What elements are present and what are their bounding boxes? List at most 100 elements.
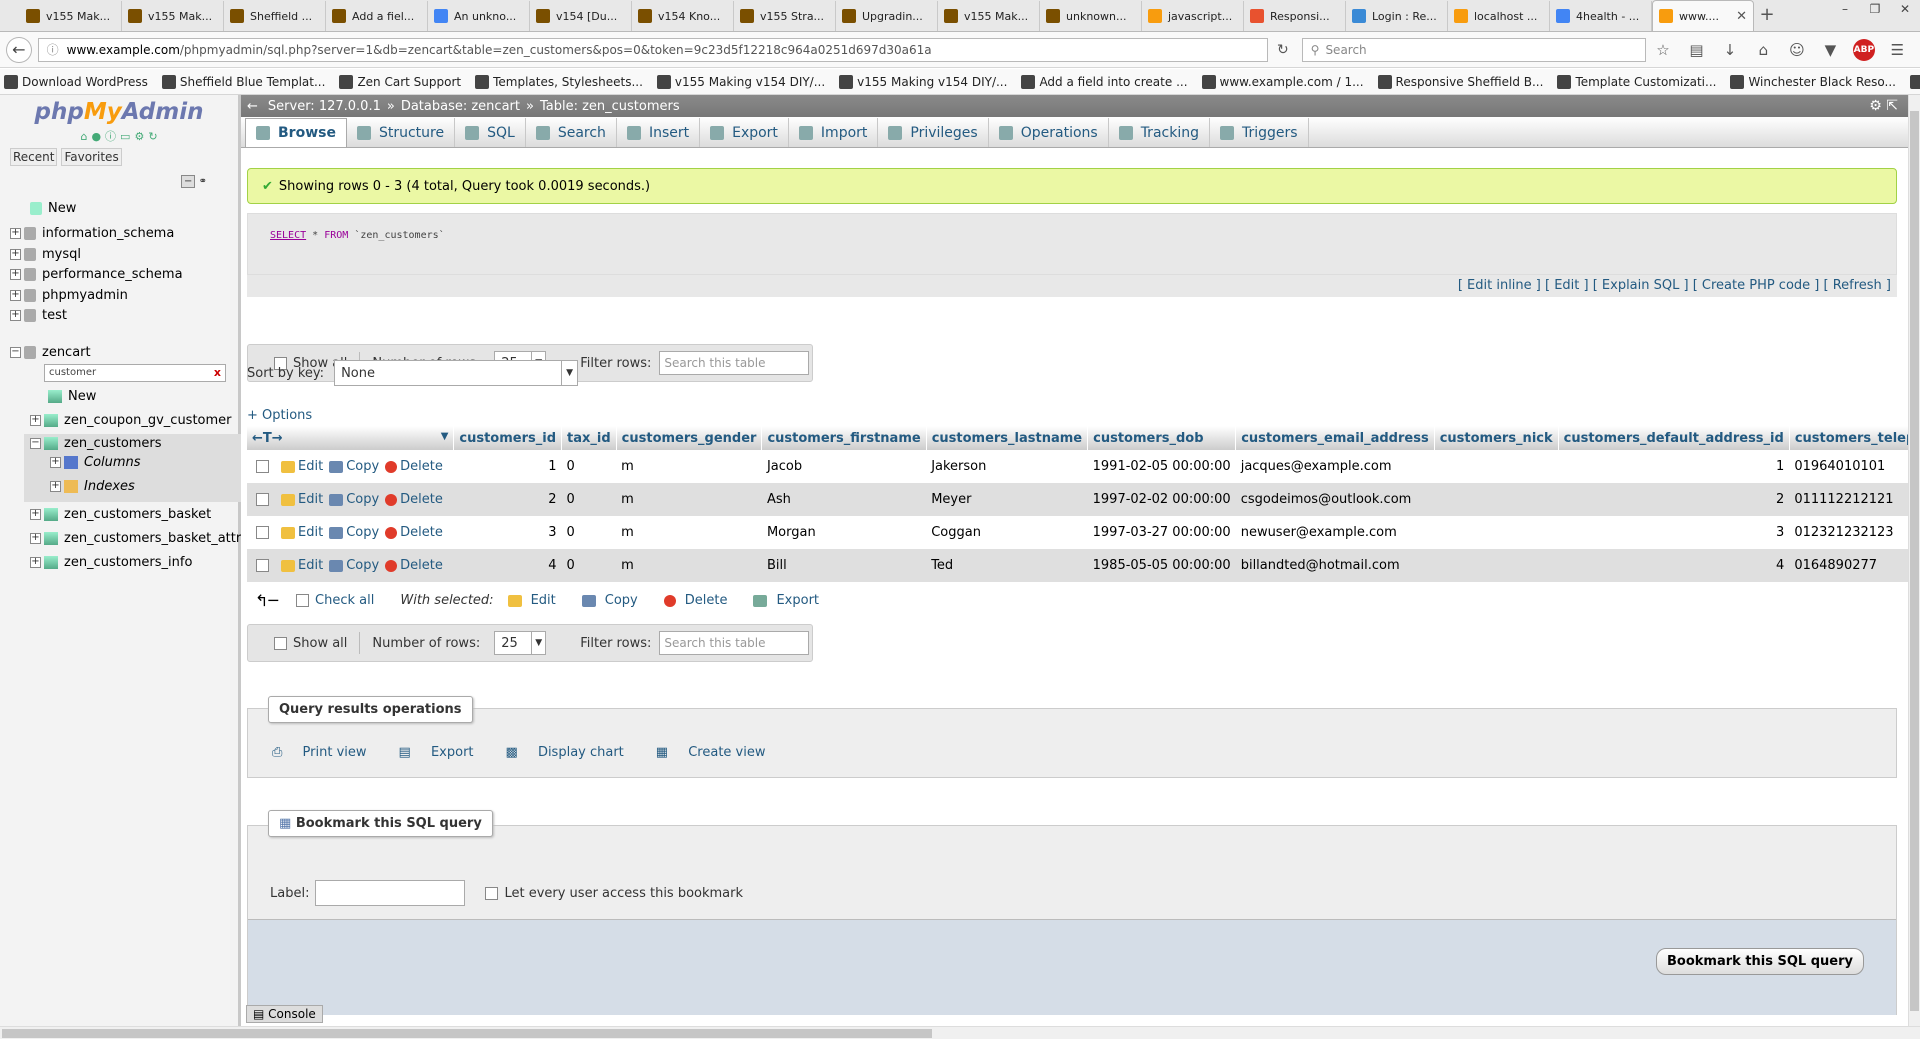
tab-insert[interactable]: Insert <box>617 118 701 147</box>
row-copy-link[interactable]: Copy <box>329 459 379 474</box>
sql-action-links[interactable]: [ Edit inline ] [ Edit ] [ Explain SQL ]… <box>247 275 1897 297</box>
column-header[interactable]: customers_lastname <box>926 426 1089 450</box>
row-copy-link[interactable]: Copy <box>329 492 379 507</box>
row-delete-link[interactable]: Delete <box>385 459 443 474</box>
collapse-icon[interactable]: − <box>30 438 41 449</box>
tab-tracking[interactable]: Tracking <box>1109 118 1210 147</box>
table-item-customers-info[interactable]: + zen_customers_info <box>30 555 192 570</box>
vertical-scrollbar[interactable] <box>1908 95 1920 1027</box>
collapse-icon[interactable]: − <box>10 347 21 358</box>
expand-icon[interactable]: + <box>30 557 41 568</box>
back-arrow-icon[interactable]: ← <box>6 36 32 63</box>
row-checkbox[interactable] <box>256 526 269 539</box>
display-chart-link[interactable]: ▩ Display chart <box>506 745 640 760</box>
table-item-zen-customers[interactable]: − zen_customers <box>30 436 162 451</box>
table-cell[interactable]: newuser@example.com <box>1235 516 1435 549</box>
table-cell[interactable]: Coggan <box>926 516 1088 549</box>
clear-filter-icon[interactable]: x <box>214 365 221 381</box>
row-edit-link[interactable]: Edit <box>281 492 323 507</box>
table-cell[interactable] <box>1434 450 1559 483</box>
table-cell[interactable]: 011112212121 <box>1789 483 1908 516</box>
bookmark-item[interactable]: v155 Making v154 DIY/... <box>656 74 825 89</box>
close-window-icon[interactable]: ✕ <box>1890 0 1920 20</box>
pocket-icon[interactable]: ▼ <box>1814 41 1847 59</box>
browser-tab[interactable]: Login : Re... <box>1346 1 1448 31</box>
db-item-zencart[interactable]: − zencart <box>10 345 91 360</box>
column-header[interactable]: customers_default_address_id <box>1558 426 1790 450</box>
expand-icon[interactable]: + <box>10 228 21 239</box>
url-bar[interactable]: ⓘ www.example.com/phpmyadmin/sql.php?ser… <box>37 37 1269 62</box>
expand-icon[interactable]: + <box>50 481 61 492</box>
tab-browse[interactable]: Browse <box>245 118 347 147</box>
new-database-item[interactable]: New <box>30 201 76 216</box>
tab-triggers[interactable]: Triggers <box>1210 118 1309 147</box>
table-cell[interactable] <box>1434 483 1559 516</box>
bookmark-item[interactable]: Installation - Zen Cart(... <box>1909 74 1920 89</box>
table-cell[interactable]: 3 <box>453 516 562 549</box>
column-control-header[interactable]: ←T→ ▼ <box>247 426 455 450</box>
table-cell[interactable]: m <box>616 549 762 582</box>
bookmark-item[interactable]: Add a field into create ... <box>1021 74 1188 89</box>
bookmark-item[interactable]: Sheffield Blue Templat... <box>161 74 325 89</box>
table-cell[interactable]: Meyer <box>926 483 1088 516</box>
browser-tab[interactable]: v155 Mak... <box>122 1 224 31</box>
browser-tab[interactable]: 4health - ... <box>1550 1 1652 31</box>
column-header[interactable]: tax_id <box>561 426 617 450</box>
sql-select[interactable]: SELECT <box>270 230 306 241</box>
table-cell[interactable]: 3 <box>1558 516 1790 549</box>
home-icon[interactable]: ⌂ <box>1747 41 1780 59</box>
row-checkbox[interactable] <box>256 559 269 572</box>
expand-icon[interactable]: + <box>50 457 61 468</box>
expand-icon[interactable]: + <box>10 310 21 321</box>
bookmark-submit-button[interactable]: Bookmark this SQL query <box>1656 948 1864 975</box>
adblock-icon[interactable]: ABP <box>1847 38 1880 61</box>
download-icon[interactable]: ↓ <box>1713 41 1746 59</box>
table-cell[interactable]: Morgan <box>761 516 927 549</box>
table-cell[interactable]: m <box>616 516 762 549</box>
indexes-node[interactable]: + Indexes <box>50 479 135 494</box>
bookmark-item[interactable]: Responsive Sheffield B... <box>1377 74 1543 89</box>
browser-tab[interactable]: localhost ... <box>1448 1 1550 31</box>
check-all-label[interactable]: Check all <box>315 593 374 608</box>
bookmark-item[interactable]: Download WordPress <box>4 74 148 89</box>
tab-import[interactable]: Import <box>789 118 879 147</box>
docs-icon[interactable]: ⓘ <box>105 130 116 143</box>
table-cell[interactable]: 012321232123 <box>1789 516 1908 549</box>
browser-tab[interactable]: v154 Kno... <box>632 1 734 31</box>
table-cell[interactable]: 0 <box>561 549 617 582</box>
column-header[interactable]: customers_email_address <box>1235 426 1435 450</box>
minimize-icon[interactable]: – <box>1830 0 1860 20</box>
table-cell[interactable] <box>1434 549 1559 582</box>
table-cell[interactable]: 0 <box>561 483 617 516</box>
num-rows-select[interactable]: 25 ▼ <box>494 631 547 655</box>
tab-search[interactable]: Search <box>526 118 617 147</box>
table-cell[interactable]: 0 <box>561 450 617 483</box>
row-copy-link[interactable]: Copy <box>329 558 379 573</box>
nav-table-filter-input[interactable]: customer x <box>44 364 226 382</box>
column-header[interactable]: customers_firstname <box>761 426 927 450</box>
columns-node[interactable]: + Columns <box>50 455 141 470</box>
table-item-customers-basket-attrib[interactable]: + zen_customers_basket_attrib <box>30 531 253 546</box>
expand-icon[interactable]: + <box>30 509 41 520</box>
table-cell[interactable]: 0164890277 <box>1789 549 1908 582</box>
column-arrows-icon[interactable]: ←T→ <box>252 431 283 446</box>
db-item[interactable]: + information_schema <box>10 226 174 241</box>
column-header[interactable]: customers_gender <box>616 426 763 450</box>
bookmark-star-icon[interactable]: ☆ <box>1646 41 1679 59</box>
row-edit-link[interactable]: Edit <box>281 459 323 474</box>
table-cell[interactable]: 1 <box>1558 450 1790 483</box>
settings-gear-icon[interactable]: ⚙ ⇱ <box>1869 98 1898 114</box>
table-cell[interactable]: 01964010101 <box>1789 450 1908 483</box>
bulk-delete-button[interactable]: Delete <box>663 593 727 608</box>
expand-icon[interactable]: + <box>30 533 41 544</box>
table-cell[interactable]: jacques@example.com <box>1235 450 1435 483</box>
expand-icon[interactable]: + <box>10 269 21 280</box>
table-cell[interactable]: 1997-03-27 00:00:00 <box>1087 516 1236 549</box>
crumb-table[interactable]: Table: zen_customers <box>540 99 680 114</box>
phpmyadmin-logo[interactable]: phpMyAdmin <box>0 95 238 125</box>
browser-tab[interactable]: www.... ✕ <box>1652 0 1754 31</box>
column-header[interactable]: customers_nick <box>1434 426 1559 450</box>
crumb-server[interactable]: Server: 127.0.0.1 <box>268 99 381 114</box>
tab-sql[interactable]: SQL <box>455 118 526 147</box>
table-cell[interactable]: 2 <box>453 483 562 516</box>
